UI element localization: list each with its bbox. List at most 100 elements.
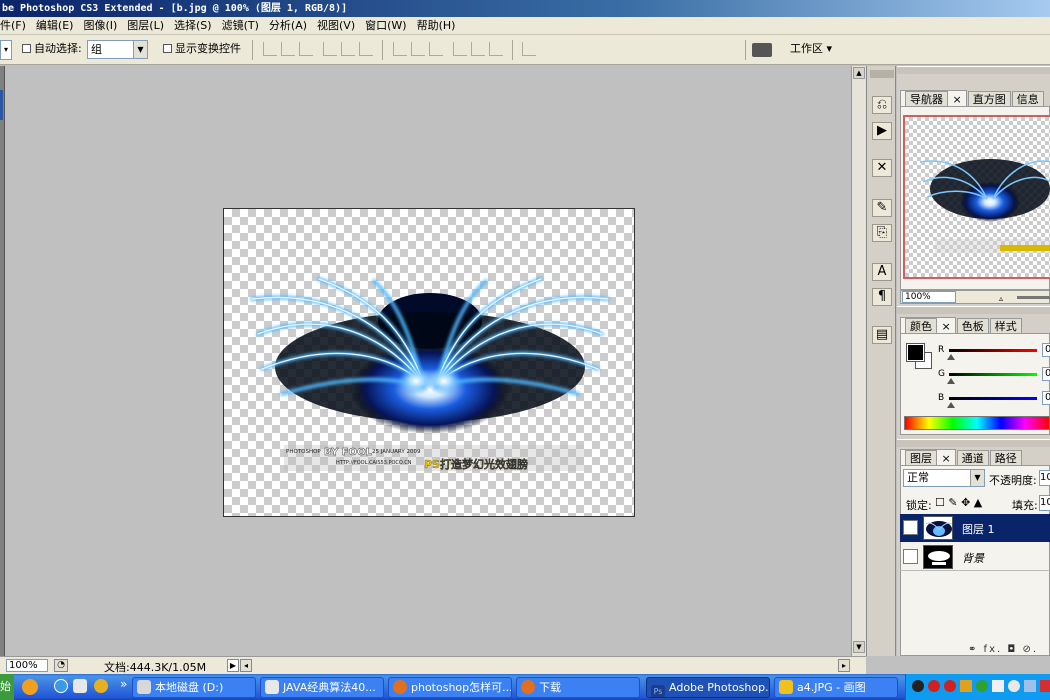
visibility-toggle[interactable] [903,549,918,564]
tray-icon[interactable] [976,680,988,692]
channel-b-slider[interactable] [949,397,1037,400]
menu-analysis[interactable]: 分析(A) [264,17,312,34]
quick-launch-icon[interactable] [94,679,108,693]
history-icon[interactable]: ⎌ [872,96,892,114]
tab-channels[interactable]: 通道 [956,450,989,466]
auto-align-icon[interactable] [522,42,536,56]
start-button[interactable]: 始 [0,674,14,700]
distribute-bottom-icon[interactable] [429,42,443,56]
tool-presets-icon[interactable]: ✕ [872,159,892,177]
eye-icon[interactable]: 👁 [903,520,918,535]
menu-layer[interactable]: 图层(L) [122,17,169,34]
lock-icons[interactable]: ☐ ✎ ✥ ▲ [935,496,982,509]
actions-icon[interactable]: ▶ [872,122,892,140]
document-canvas[interactable]: PHOTOSHOP BY FOOL 25 JANUARY 2009 HTTP:/… [223,208,635,517]
tab-info[interactable]: 信息 [1011,91,1044,107]
tray-icon[interactable] [1040,680,1050,692]
tray-icon[interactable] [1024,680,1036,692]
layer-row[interactable]: 背景 [900,543,1050,571]
tab-histogram[interactable]: 直方图 [967,91,1011,107]
navigator-thumbnail[interactable] [903,115,1050,279]
blend-mode-dropdown[interactable]: 正常 ▼ [903,469,985,487]
align-left-icon[interactable] [323,42,337,56]
more-icon[interactable]: » [120,677,127,691]
workspace-menu[interactable]: 工作区 ▾ [790,41,832,57]
tray-icon[interactable] [992,680,1004,692]
tab-paths[interactable]: 路径 [989,450,1022,466]
align-hcenter-icon[interactable] [341,42,355,56]
menu-select[interactable]: 选择(S) [169,17,217,34]
character-icon[interactable]: A [872,263,892,281]
distribute-left-icon[interactable] [453,42,467,56]
align-vcenter-icon[interactable] [281,42,295,56]
auto-select-option[interactable]: 自动选择: [22,41,82,57]
taskbar-item[interactable]: 本地磁盘 (D:) [132,677,256,698]
menu-window[interactable]: 窗口(W) [360,17,411,34]
slider-thumb-icon[interactable] [947,402,955,408]
align-top-icon[interactable] [263,42,277,56]
navigator-zoom-field[interactable]: 100% [902,291,956,303]
channel-r-slider[interactable] [949,349,1037,352]
channel-g-slider[interactable] [949,373,1037,376]
menu-help[interactable]: 帮助(H) [412,17,461,34]
taskbar-item[interactable]: Ps Adobe Photoshop... [646,677,770,698]
tool-preset-picker[interactable]: ▾ [0,40,12,60]
version-cue-icon[interactable]: ◔ [54,659,68,672]
tray-icon[interactable] [960,680,972,692]
scroll-down-icon[interactable]: ▼ [853,641,865,653]
channel-r-value[interactable]: 0 [1042,343,1050,357]
navigator-zoom-slider[interactable] [1017,296,1050,299]
paragraph-icon[interactable]: ¶ [872,288,892,306]
menu-view[interactable]: 视图(V) [312,17,360,34]
taskbar-item[interactable]: a4.JPG - 画图 [774,677,898,698]
tray-icon[interactable] [912,680,924,692]
tab-swatches[interactable]: 色板 [956,318,989,334]
auto-select-checkbox[interactable] [22,44,31,53]
quick-launch-icon[interactable] [73,679,87,693]
tray-icon[interactable] [1008,680,1020,692]
layer-row[interactable]: 👁 图层 1 [900,514,1050,542]
scroll-left-icon[interactable]: ◂ [240,659,252,672]
align-right-icon[interactable] [359,42,373,56]
distribute-top-icon[interactable] [393,42,407,56]
opacity-field[interactable]: 100 [1039,470,1050,486]
channel-b-value[interactable]: 0 [1042,391,1050,405]
menu-edit[interactable]: 编辑(E) [31,17,79,34]
tab-navigator[interactable]: 导航器 × [900,90,967,107]
quick-launch-icon[interactable] [22,679,38,695]
menu-file[interactable]: 件(F) [0,17,31,34]
taskbar-item[interactable]: JAVA经典算法40... [260,677,384,698]
scroll-right-icon[interactable]: ▸ [838,659,850,672]
fill-field[interactable]: 100 [1039,495,1050,511]
auto-select-dropdown[interactable]: 组 ▼ [87,40,148,59]
channel-g-value[interactable]: 0 [1042,367,1050,381]
scroll-up-icon[interactable]: ▲ [853,67,865,79]
tray-icon[interactable] [944,680,956,692]
menu-image[interactable]: 图像(I) [78,17,122,34]
distribute-vcenter-icon[interactable] [411,42,425,56]
slider-thumb-icon[interactable] [947,354,955,360]
toolbox-edge[interactable] [0,66,5,656]
align-bottom-icon[interactable] [299,42,313,56]
distribute-hcenter-icon[interactable] [471,42,485,56]
file-browser-icon[interactable] [752,43,772,57]
taskbar-item[interactable]: 下载 [516,677,640,698]
vertical-scrollbar[interactable]: ▲ ▼ [851,66,866,656]
zoom-field[interactable]: 100% [6,659,48,672]
show-transform-checkbox[interactable] [163,44,172,53]
collapse-dock-icon[interactable] [870,70,894,78]
zoom-out-icon[interactable]: ▵ [999,294,1003,303]
menu-filter[interactable]: 滤镜(T) [217,17,264,34]
tab-styles[interactable]: 样式 [989,318,1022,334]
layers-footer-icons[interactable]: ⚭ fx. ◘ ⊘. [900,644,1050,656]
foreground-color-swatch[interactable] [906,343,925,362]
color-spectrum-ramp[interactable] [904,416,1050,430]
slider-thumb-icon[interactable] [947,378,955,384]
status-menu-icon[interactable]: ▶ [227,659,239,672]
ie-icon[interactable] [54,679,68,693]
tray-icon[interactable] [928,680,940,692]
clone-source-icon[interactable]: ⎘ [872,224,892,242]
tab-color[interactable]: 颜色 × [900,317,956,334]
distribute-right-icon[interactable] [489,42,503,56]
taskbar-item[interactable]: photoshop怎样可... [388,677,512,698]
